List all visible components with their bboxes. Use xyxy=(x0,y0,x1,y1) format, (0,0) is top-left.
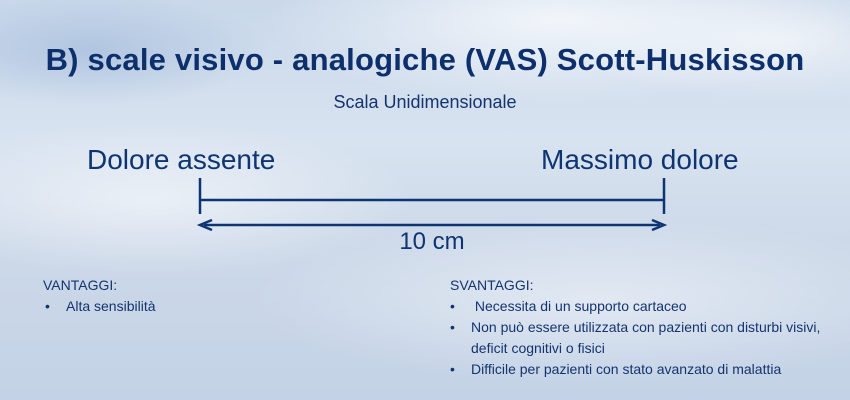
advantages-list: • Alta sensibilità xyxy=(43,296,343,317)
bullet-icon: • xyxy=(45,298,50,314)
bullet-icon: • xyxy=(450,361,455,377)
bullet-icon: • xyxy=(450,298,455,314)
advantage-text: Alta sensibilità xyxy=(66,298,156,314)
list-item: • Non può essere utilizzata con pazienti… xyxy=(448,317,833,359)
list-item: • Difficile per pazienti con stato avanz… xyxy=(448,359,833,380)
bullet-icon: • xyxy=(450,319,455,335)
disadvantages-heading: SVANTAGGI: xyxy=(450,277,534,293)
disadvantage-text: Necessita di un supporto cartaceo xyxy=(471,298,687,314)
advantages-heading: VANTAGGI: xyxy=(43,277,118,293)
list-item: • Alta sensibilità xyxy=(43,296,343,317)
disadvantage-text: Non può essere utilizzata con pazienti c… xyxy=(471,319,821,356)
disadvantages-list: • Necessita di un supporto cartaceo • No… xyxy=(448,296,833,380)
disadvantage-text: Difficile per pazienti con stato avanzat… xyxy=(471,361,782,377)
scale-length-label: 10 cm xyxy=(399,228,465,255)
list-item: • Necessita di un supporto cartaceo xyxy=(448,296,833,317)
